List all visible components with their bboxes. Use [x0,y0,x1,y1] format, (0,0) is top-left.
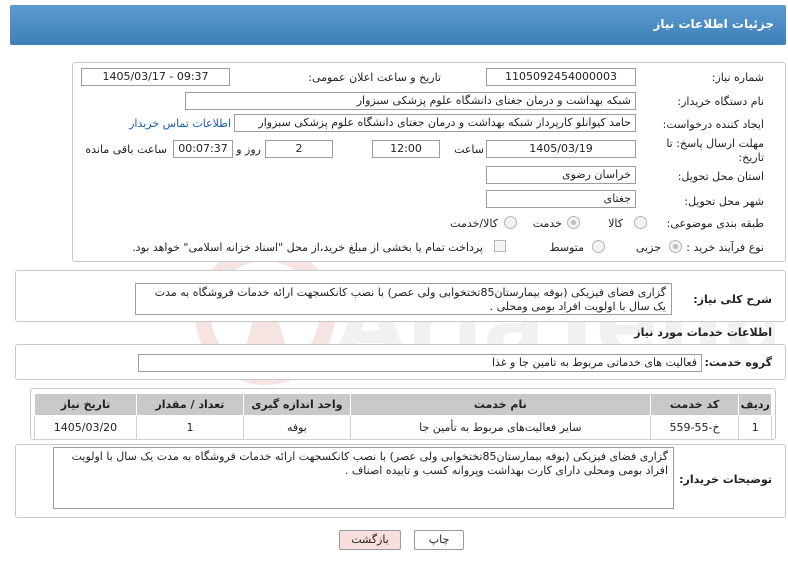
city-field: جغتای [486,190,636,208]
col-quantity: تعداد / مقدار [135,393,244,416]
print-button[interactable]: چاپ [414,530,464,550]
col-service-code: کد خدمت [649,393,740,416]
services-section-title: اطلاعات خدمات مورد نیاز [634,326,772,339]
treasury-payment-checkbox[interactable] [494,240,506,252]
category-radio-service[interactable] [567,216,580,229]
cell-service-code: خ-55-559 [649,415,740,440]
col-service-name: نام خدمت [349,393,651,416]
deadline-label: مهلت ارسال پاسخ: تا [666,137,764,150]
province-label: استان محل تحویل: [677,170,764,183]
back-button[interactable]: بازگشت [339,530,401,550]
process-option-minor: جزیی [635,241,661,254]
category-option-goods-service: کالا/خدمت [450,217,498,230]
buyer-org-label: نام دستگاه خریدار: [677,95,764,108]
page-header: جزئیات اطلاعات نیاز [10,5,786,45]
summary-textarea[interactable]: گزاری فضای فیزیکی (بوفه بیمارستان85تختخو… [135,283,672,315]
col-need-date: تاریخ نیاز [34,393,137,416]
table-header-row: ردیف کد خدمت نام خدمت واحد اندازه گیری ت… [34,393,772,416]
province-field: خراسان رضوی [486,166,636,184]
deadline-time-label: ساعت [454,143,484,156]
service-group-label: گروه خدمت: [704,356,772,369]
buyer-notes-textarea[interactable]: گزاری فضای فیزیکی (بوفه بیمارستان85تختخو… [53,447,674,509]
need-number-label: شماره نیاز: [711,71,764,84]
city-label: شهر محل تحویل: [684,195,764,208]
announce-date-label: تاریخ و ساعت اعلان عمومی: [308,71,441,84]
cell-row-number: 1 [738,415,772,440]
process-radio-minor[interactable] [669,240,682,253]
remaining-time-label: ساعت باقی مانده [85,143,167,156]
creator-label: ایجاد کننده درخواست: [662,118,764,131]
services-table: ردیف کد خدمت نام خدمت واحد اندازه گیری ت… [34,393,772,440]
buyer-org-field: شبکه بهداشت و درمان جغتای دانشگاه علوم پ… [185,92,636,110]
page-title: جزئیات اطلاعات نیاز [653,17,774,31]
deadline-time-field: 12:00 [372,140,440,158]
remaining-days-label: روز و [236,143,261,156]
process-type-label: نوع فرآیند خرید : [686,241,764,254]
creator-field: حامد کیوانلو کارپرداز شبکه بهداشت و درما… [234,114,636,132]
cell-service-name: سایر فعالیت‌های مربوط به تأمین جا [349,415,651,440]
col-row-number: ردیف [738,393,772,416]
summary-label: شرح کلی نیاز: [693,293,772,306]
deadline-label-date: تاریخ: [738,151,764,164]
cell-need-date: 1405/03/20 [34,415,137,440]
category-radio-goods[interactable] [634,216,647,229]
cell-unit: بوفه [242,415,351,440]
need-number-field: 1105092454000003 [486,68,636,86]
table-row: 1 خ-55-559 سایر فعالیت‌های مربوط به تأمی… [34,415,772,440]
process-radio-medium[interactable] [592,240,605,253]
contact-buyer-link[interactable]: اطلاعات تماس خریدار [129,117,231,131]
service-group-field: فعالیت های خدماتی مربوط به تامین جا و غذ… [138,354,702,372]
category-option-goods: کالا [608,217,623,230]
col-unit: واحد اندازه گیری [242,393,351,416]
category-label: طبقه بندی موضوعی: [666,217,764,230]
announce-date-field: 1405/03/17 - 09:37 [81,68,230,86]
remaining-time-field: 00:07:37 [173,140,233,158]
treasury-payment-note: پرداخت تمام یا بخشی از مبلغ خرید،از محل … [132,241,483,254]
category-option-service: خدمت [532,217,562,230]
deadline-date-field: 1405/03/19 [486,140,636,158]
category-radio-goods-service[interactable] [504,216,517,229]
buyer-notes-label: توضیحات خریدار: [679,473,772,486]
process-option-medium: متوسط [549,241,584,254]
cell-quantity: 1 [135,415,244,440]
remaining-days-field: 2 [265,140,333,158]
